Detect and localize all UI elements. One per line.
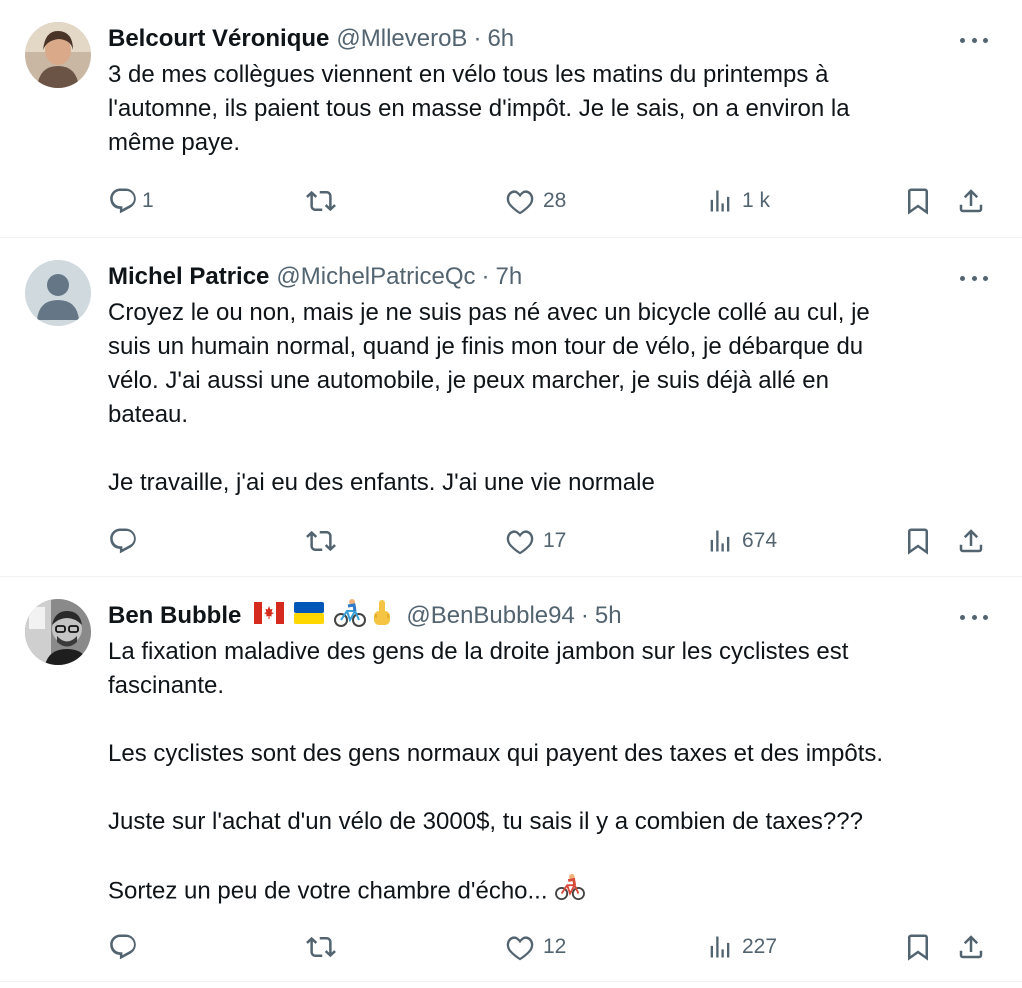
- repost-button[interactable]: [306, 927, 336, 967]
- like-button[interactable]: 17: [505, 521, 566, 561]
- views-icon: [710, 936, 730, 958]
- tweet-3[interactable]: Ben Bubble @BenBubble94 · 5h La fixation…: [0, 577, 1022, 982]
- action-bar: 17 674: [0, 521, 1022, 561]
- text-line: même paye.: [108, 129, 241, 156]
- timestamp[interactable]: 5h: [595, 602, 622, 630]
- author-name[interactable]: Belcourt Véronique: [108, 25, 329, 53]
- tweet-header: Ben Bubble @BenBubble94 · 5h: [108, 598, 622, 635]
- text-line: Je travaille, j'ai eu des enfants. J'ai …: [108, 469, 655, 496]
- raised-finger-icon: [370, 598, 394, 635]
- canada-flag-icon: [254, 601, 285, 631]
- separator-dot: ·: [473, 25, 482, 52]
- action-bar: 12 227: [0, 927, 1022, 967]
- bookmark-button[interactable]: [903, 181, 933, 221]
- author-name[interactable]: Michel Patrice: [108, 263, 269, 291]
- text-line: l'automne, ils paient tous en masse d'im…: [108, 95, 850, 122]
- text-line: 3 de mes collègues viennent en vélo tous…: [108, 61, 829, 88]
- repost-icon: [306, 530, 336, 552]
- text-line: Sortez un peu de votre chambre d'écho...: [108, 877, 548, 905]
- ukraine-flag-icon: [294, 601, 325, 631]
- like-button[interactable]: 12: [505, 927, 566, 967]
- share-icon: [959, 189, 983, 213]
- cyclist-icon: [334, 598, 367, 635]
- author-handle[interactable]: @MlleveroB: [336, 25, 467, 53]
- bookmark-icon: [908, 528, 928, 555]
- like-count: 28: [543, 189, 567, 212]
- timestamp[interactable]: 7h: [495, 263, 522, 291]
- tweet-text: La fixation maladive des gens de la droi…: [108, 635, 988, 911]
- text-line: fascinante.: [108, 672, 225, 699]
- reply-icon: [110, 188, 136, 214]
- views-count: 227: [742, 935, 778, 958]
- avatar-ben[interactable]: [25, 599, 91, 665]
- text-line: suis un humain normal, quand je finis mo…: [108, 333, 864, 360]
- text-line: Juste sur l'achat d'un vélo de 3000$, tu…: [108, 808, 863, 835]
- like-button[interactable]: 28: [505, 181, 566, 221]
- share-icon: [959, 529, 983, 553]
- text-line: La fixation maladive des gens de la droi…: [108, 638, 849, 665]
- repost-button[interactable]: [306, 181, 336, 221]
- views-button[interactable]: 1 k: [706, 181, 770, 221]
- like-count: 17: [543, 529, 567, 552]
- reply-icon: [110, 934, 136, 960]
- reply-button[interactable]: 1: [108, 181, 154, 221]
- like-icon: [506, 936, 534, 961]
- author-handle[interactable]: @MichelPatriceQc: [276, 263, 475, 291]
- like-icon: [506, 190, 534, 215]
- views-icon: [710, 190, 730, 212]
- tweet-2[interactable]: Michel Patrice @MichelPatriceQc · 7h Cro…: [0, 238, 1022, 577]
- bookmark-icon: [908, 934, 928, 961]
- tweet-1[interactable]: Belcourt Véronique @MlleveroB · 6h 3 de …: [0, 0, 1022, 238]
- text-line: Les cyclistes sont des gens normaux qui …: [108, 740, 884, 767]
- share-button[interactable]: [956, 927, 986, 967]
- text-line-with-emoji: Sortez un peu de votre chambre d'écho...: [108, 873, 988, 911]
- tweet-feed: Belcourt Véronique @MlleveroB · 6h 3 de …: [0, 0, 1022, 988]
- reply-count: 1: [142, 189, 154, 212]
- share-icon: [959, 935, 983, 959]
- more-icon[interactable]: [960, 30, 988, 50]
- views-icon: [710, 530, 730, 552]
- views-count: 1 k: [742, 189, 771, 212]
- tweet-header: Belcourt Véronique @MlleveroB · 6h: [108, 22, 514, 56]
- reply-icon: [110, 528, 136, 554]
- author-name[interactable]: Ben Bubble: [108, 602, 241, 630]
- repost-button[interactable]: [306, 521, 336, 561]
- cyclist-icon: [554, 873, 586, 911]
- tweet-text: 3 de mes collègues viennent en vélo tous…: [108, 58, 988, 160]
- avatar-belcourt[interactable]: [25, 22, 91, 88]
- bookmark-button[interactable]: [903, 521, 933, 561]
- separator-dot: ·: [481, 263, 490, 290]
- author-handle[interactable]: @BenBubble94: [406, 602, 575, 630]
- share-button[interactable]: [956, 521, 986, 561]
- repost-icon: [306, 936, 336, 958]
- views-button[interactable]: 227: [706, 927, 777, 967]
- text-line: bateau.: [108, 401, 189, 428]
- repost-icon: [306, 190, 336, 212]
- views-button[interactable]: 674: [706, 521, 777, 561]
- text-line: vélo. J'ai aussi une automobile, je peux…: [108, 367, 829, 394]
- bookmark-icon: [908, 188, 928, 215]
- views-count: 674: [742, 529, 778, 552]
- more-icon[interactable]: [960, 607, 988, 627]
- reply-button[interactable]: [108, 927, 138, 967]
- share-button[interactable]: [956, 181, 986, 221]
- separator-dot: ·: [580, 602, 589, 629]
- like-icon: [506, 530, 534, 555]
- tweet-text: Croyez le ou non, mais je ne suis pas né…: [108, 296, 988, 500]
- timestamp[interactable]: 6h: [487, 25, 514, 53]
- tweet-header: Michel Patrice @MichelPatriceQc · 7h: [108, 260, 522, 294]
- action-bar: 1 28 1 k: [0, 181, 1022, 221]
- reply-button[interactable]: [108, 521, 138, 561]
- more-icon[interactable]: [960, 268, 988, 288]
- text-line: Croyez le ou non, mais je ne suis pas né…: [108, 299, 870, 326]
- bookmark-button[interactable]: [903, 927, 933, 967]
- like-count: 12: [543, 935, 567, 958]
- avatar-michel[interactable]: [25, 260, 91, 326]
